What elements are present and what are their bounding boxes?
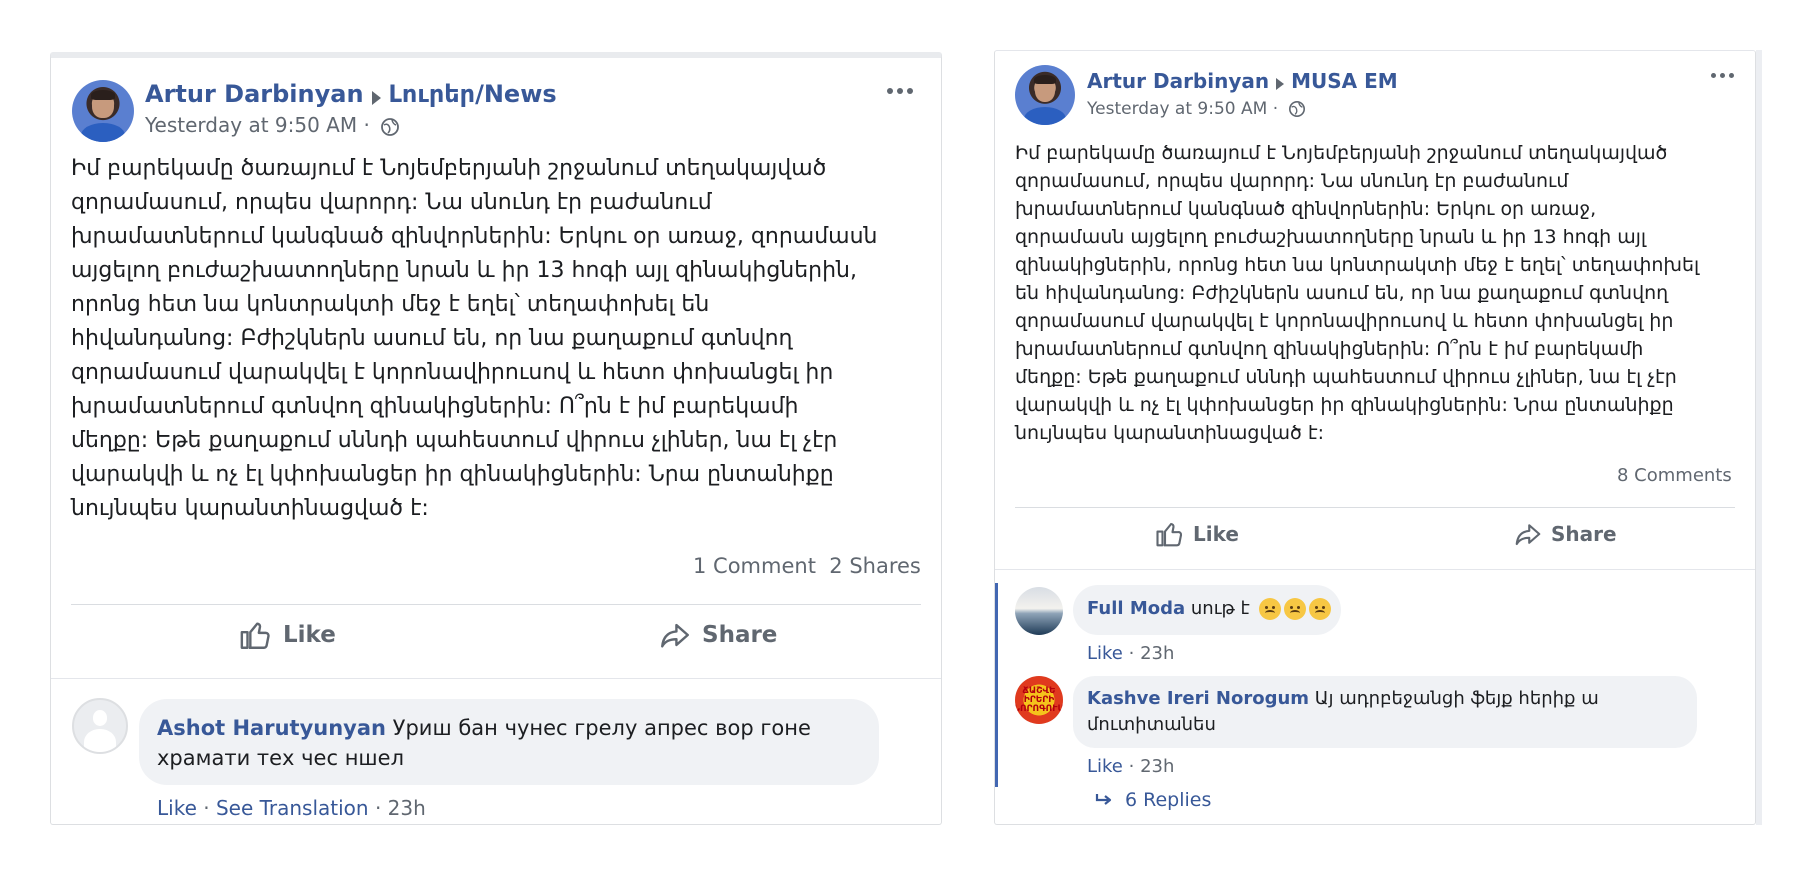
post-target-page[interactable]: MUSA EM [1291,69,1398,93]
divider [1015,507,1735,508]
author-avatar[interactable] [72,80,134,142]
comment-actions: Like · 23h [1087,643,1174,664]
comment-like-link[interactable]: Like [1087,756,1123,777]
share-icon [1515,524,1541,546]
share-label: Share [1551,522,1617,546]
replies-label: 6 Replies [1125,789,1212,811]
commenter-avatar[interactable]: ՃԱՇՎԵ ԻՐԵՐԻ ՆՈՐՈԳՈՒՄ [1015,676,1063,724]
comment-bubble: Full Moda սութ է [1073,585,1341,635]
globe-icon [381,117,400,136]
globe-icon [1288,100,1305,118]
divider [995,569,1755,570]
post-body: Իմ բարեկամը ծառայում է Նոյեմբերյանի շրջա… [71,156,878,521]
reply-arrow-icon [1095,794,1112,805]
divider [71,604,921,605]
dot-separator: · [368,796,388,820]
comment-author[interactable]: Kashve Ireri Norogum [1087,688,1309,709]
post-body: Իմ բարեկամը ծառայում է Նոյեմբերյանի շրջա… [1015,142,1700,444]
meta-separator: · [1267,99,1284,119]
comment-like-link[interactable]: Like [157,796,197,820]
post-header: Artur Darbinyan Լուրեր/News [145,80,557,108]
comment-text-line1: Уриш бан чунес грелу апрес вор гоне [392,716,811,740]
comment-author[interactable]: Full Moda [1087,598,1185,619]
dot-separator: · [1122,643,1141,664]
post-stats: 1 Comment 2 Shares [693,554,921,578]
comment-bubble: Kashve Ireri Norogum Այ ադրբեջանցի ֆեյք … [1073,676,1697,748]
like-icon [240,622,270,649]
comment-actions: Like · See Translation · 23h [157,796,426,820]
share-button[interactable]: Share [1513,519,1617,549]
like-button[interactable]: Like [1155,519,1239,549]
view-replies-link[interactable]: 6 Replies [1095,789,1211,811]
more-options-icon[interactable] [1711,73,1734,78]
comment-time[interactable]: 23h [1140,756,1174,777]
comment-text-line2: մուտիտանես [1087,714,1216,735]
comment-thread-bar [995,583,998,787]
commenter-avatar[interactable] [72,698,128,754]
angry-emoji-icon [1258,598,1281,620]
arrow-right-icon [1276,77,1285,90]
post-meta: Yesterday at 9:50 AM · [145,113,400,137]
post-target-page[interactable]: Լուրեր/News [389,80,557,108]
post-meta: Yesterday at 9:50 AM · [1087,99,1306,119]
like-icon [1156,522,1183,547]
comments-count[interactable]: 8 Comments [1617,465,1732,486]
arrow-right-icon [371,90,381,105]
comment-author[interactable]: Ashot Harutyunyan [157,716,386,740]
shares-count[interactable]: 2 Shares [829,554,921,578]
author-name[interactable]: Artur Darbinyan [1087,69,1269,93]
see-translation-link[interactable]: See Translation [216,796,369,820]
comment-text-line1: Այ ադրբեջանցի ֆեյք հերիք ա [1314,688,1599,709]
avatar-logo-text: ՃԱՇՎԵ ԻՐԵՐԻ ՆՈՐՈԳՈՒՄ [1015,685,1063,714]
comments-count[interactable]: 1 Comment [693,554,816,578]
post-header: Artur Darbinyan MUSA EM [1087,69,1398,93]
like-label: Like [1193,522,1239,546]
share-icon [661,623,689,648]
post-timestamp[interactable]: Yesterday at 9:50 AM [1087,99,1267,119]
post-timestamp[interactable]: Yesterday at 9:50 AM [145,113,357,137]
dot-separator: · [1122,756,1141,777]
dot-separator: · [196,796,216,820]
angry-emoji-icon [1283,598,1306,620]
comment-time[interactable]: 23h [388,796,426,820]
post-card-left: Artur Darbinyan Լուրեր/News Yesterday at … [50,52,942,825]
comment-actions: Like · 23h [1087,756,1174,777]
share-label: Share [702,622,778,648]
angry-emoji-icon [1308,598,1331,620]
author-avatar[interactable] [1015,65,1075,125]
share-button[interactable]: Share [658,618,777,652]
author-name[interactable]: Artur Darbinyan [145,80,364,108]
like-button[interactable]: Like [239,618,336,652]
comment-time[interactable]: 23h [1140,643,1174,664]
divider [51,678,941,679]
like-label: Like [283,622,336,648]
card-shadow [1756,50,1762,825]
meta-separator: · [357,113,377,137]
comment-text-line2: храмати тех чес ншел [157,746,404,770]
comment-text: սութ է [1190,598,1250,619]
comment-like-link[interactable]: Like [1087,643,1123,664]
commenter-avatar[interactable] [1015,587,1063,635]
post-card-right: Artur Darbinyan MUSA EM Yesterday at 9:50… [994,50,1756,825]
more-options-icon[interactable] [887,88,913,94]
comment-bubble: Ashot Harutyunyan Уриш бан чунес грелу а… [139,699,879,785]
